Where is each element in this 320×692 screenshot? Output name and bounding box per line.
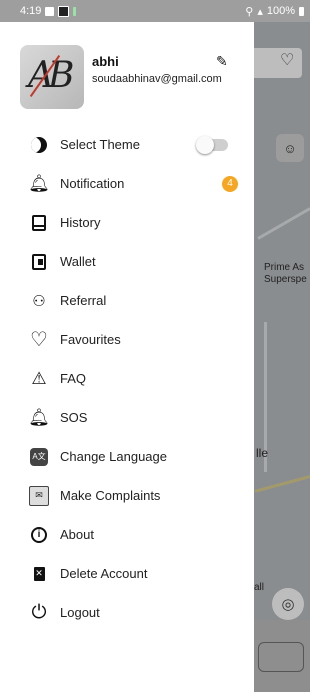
menu-item-faq[interactable]: ⚠ FAQ bbox=[0, 359, 254, 398]
menu-item-label: FAQ bbox=[60, 371, 87, 386]
menu-item-label: SOS bbox=[60, 410, 88, 425]
driver-avatar-button[interactable]: ☺ bbox=[276, 134, 304, 162]
edit-profile-icon[interactable]: ✎ bbox=[216, 53, 228, 70]
bell-outline-icon: 🔔︎ bbox=[28, 407, 50, 427]
menu-item-label: Referral bbox=[60, 293, 107, 308]
menu-item-label: Favourites bbox=[60, 332, 121, 347]
trash-icon: ✕ bbox=[28, 563, 50, 585]
menu-item-about[interactable]: i About bbox=[0, 515, 254, 554]
status-bar: 4:19 ⚲ ▴ 100% bbox=[0, 0, 310, 22]
bottom-panel-button[interactable] bbox=[258, 642, 304, 672]
menu-item-select-theme[interactable]: Select Theme bbox=[0, 125, 254, 164]
warning-icon: ⚠ bbox=[31, 368, 47, 388]
map-label: all bbox=[254, 582, 265, 593]
profile-header[interactable]: AB abhi soudaabhinav@gmail.com ✎ bbox=[0, 22, 254, 118]
favourite-heart-icon[interactable]: ♡ bbox=[280, 50, 294, 70]
menu-item-delete-account[interactable]: ✕ Delete Account bbox=[0, 554, 254, 593]
map-search-box[interactable] bbox=[254, 48, 302, 78]
heart-icon: ♡ bbox=[30, 329, 48, 351]
menu-item-label: Make Complaints bbox=[60, 488, 161, 503]
menu-item-favourites[interactable]: ♡ Favourites bbox=[0, 320, 254, 359]
menu-item-label: Change Language bbox=[60, 449, 167, 464]
map-background[interactable]: ♡ ☺ Prime As Superspe lle all ◎ bbox=[254, 22, 310, 692]
drawer-menu: Select Theme 🔔︎ Notification 4 History W… bbox=[0, 125, 254, 632]
menu-item-change-language[interactable]: A文 Change Language bbox=[0, 437, 254, 476]
referral-icon: ⚇ bbox=[32, 292, 46, 310]
moon-notification-icon bbox=[73, 6, 79, 16]
menu-item-make-complaints[interactable]: ✉ Make Complaints bbox=[0, 476, 254, 515]
menu-item-label: About bbox=[60, 527, 94, 542]
notification-badge: 4 bbox=[222, 175, 238, 192]
status-time: 4:19 bbox=[20, 5, 42, 17]
menu-item-label: History bbox=[60, 215, 101, 230]
navigation-drawer: AB abhi soudaabhinav@gmail.com ✎ Select … bbox=[0, 22, 254, 692]
battery-percent: 100% bbox=[266, 5, 295, 17]
bell-icon: 🔔︎ bbox=[28, 173, 50, 193]
avatar[interactable]: AB bbox=[20, 45, 84, 109]
menu-item-history[interactable]: History bbox=[0, 203, 254, 242]
menu-item-label: Delete Account bbox=[60, 566, 148, 581]
menu-item-notification[interactable]: 🔔︎ Notification 4 bbox=[0, 164, 254, 203]
map-label: Prime As bbox=[264, 262, 305, 273]
menu-item-referral[interactable]: ⚇ Referral bbox=[0, 281, 254, 320]
location-status-icon: ⚲ bbox=[245, 5, 254, 18]
info-icon: i bbox=[28, 524, 50, 546]
menu-item-label: Logout bbox=[60, 605, 100, 620]
power-icon: ⏻ bbox=[31, 601, 47, 623]
moon-icon bbox=[28, 134, 50, 156]
signal-icon: ▴ bbox=[257, 5, 263, 18]
wallet-icon bbox=[28, 251, 50, 273]
language-icon: A文 bbox=[28, 446, 50, 468]
app-notification-icon bbox=[58, 5, 70, 17]
theme-toggle[interactable] bbox=[196, 135, 228, 154]
complaint-icon: ✉ bbox=[28, 485, 50, 507]
history-icon bbox=[28, 212, 50, 234]
menu-item-logout[interactable]: ⏻ Logout bbox=[0, 593, 254, 632]
user-email: soudaabhinav@gmail.com bbox=[92, 73, 222, 85]
menu-item-wallet[interactable]: Wallet bbox=[0, 242, 254, 281]
user-name: abhi bbox=[92, 54, 119, 69]
map-label: lle bbox=[256, 446, 269, 460]
image-notification-icon bbox=[45, 6, 55, 16]
battery-icon bbox=[299, 6, 304, 16]
locate-me-button[interactable]: ◎ bbox=[272, 588, 304, 620]
menu-item-sos[interactable]: 🔔︎ SOS bbox=[0, 398, 254, 437]
menu-item-label: Notification bbox=[60, 176, 125, 191]
menu-item-label: Wallet bbox=[60, 254, 96, 269]
map-label: Superspe bbox=[264, 274, 307, 285]
menu-item-label: Select Theme bbox=[60, 137, 140, 152]
